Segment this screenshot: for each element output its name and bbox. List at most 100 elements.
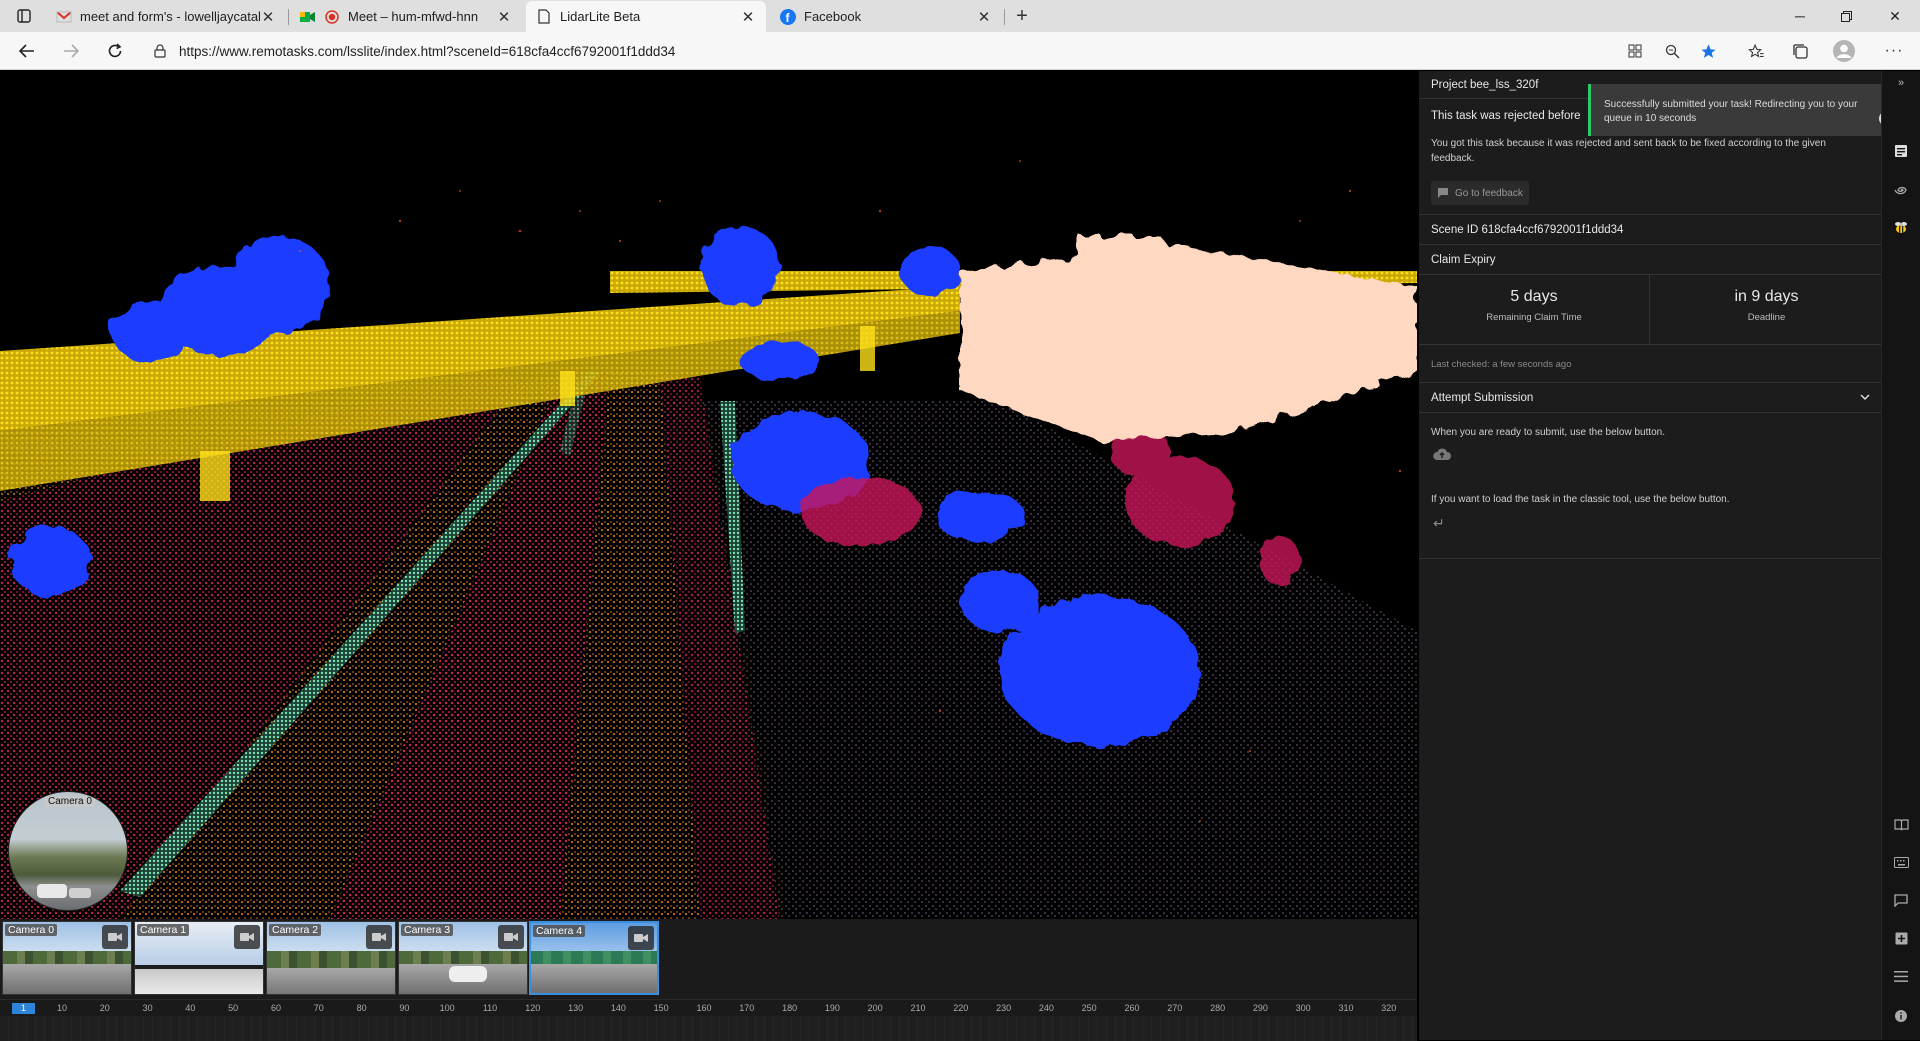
spiral-tool-icon[interactable] <box>1889 178 1913 202</box>
facebook-icon: f <box>780 8 796 25</box>
timeline-tick-label: 140 <box>610 1003 626 1013</box>
tab-meet[interactable]: Meet – hum-mfwd-hnn ✕ <box>290 1 522 32</box>
timeline-tick-label: 290 <box>1252 1003 1268 1013</box>
collections-icon[interactable] <box>1785 36 1815 66</box>
camera-thumb-1[interactable]: Camera 1 <box>134 921 264 995</box>
book-guide-icon[interactable] <box>1889 813 1913 837</box>
video-camera-icon[interactable] <box>234 925 260 949</box>
timeline-tick-label: 120 <box>525 1003 541 1013</box>
cloud-upload-icon[interactable] <box>1433 447 1451 464</box>
timeline-tick-label: 90 <box>399 1003 410 1013</box>
favorites-icon[interactable] <box>1741 36 1771 66</box>
frame-timeline[interactable]: 1 10 20 30 40 50 60 70 80 90 100 110 120 130 140 150 16… <box>0 999 1417 1041</box>
preview-vehicle <box>37 884 67 898</box>
timeline-tick-label: 30 <box>142 1003 153 1013</box>
lidar-viewport[interactable]: Camera 0 <box>0 71 1417 919</box>
restore-icon[interactable] <box>1823 0 1869 32</box>
meet-icon <box>300 9 316 25</box>
timeline-track[interactable] <box>0 1016 1417 1041</box>
rejected-desc-row: You got this task because it was rejecte… <box>1419 133 1882 215</box>
close-tab-icon[interactable]: ✕ <box>260 9 276 26</box>
camera-thumb-0[interactable]: Camera 0 <box>2 921 132 995</box>
timeline-tick-label: 130 <box>568 1003 584 1013</box>
gmail-icon <box>56 9 72 25</box>
tab-facebook[interactable]: f Facebook ✕ <box>770 1 1002 32</box>
deadline-label: Deadline <box>1747 312 1786 323</box>
reload-icon[interactable] <box>100 36 130 66</box>
close-window-icon[interactable]: ✕ <box>1872 0 1918 32</box>
close-tab-icon[interactable]: ✕ <box>740 9 756 26</box>
collapse-panel-icon[interactable]: » <box>1889 71 1913 95</box>
return-enter-icon[interactable]: ↵ <box>1433 515 1445 532</box>
timeline-tick-label: 250 <box>1081 1003 1097 1013</box>
minimize-icon[interactable]: ─ <box>1777 0 1823 32</box>
camera-label: Camera 4 <box>533 925 586 937</box>
camera-thumb-2[interactable]: Camera 2 <box>266 921 396 995</box>
video-camera-icon[interactable] <box>366 925 392 949</box>
claim-expiry-title: Claim Expiry <box>1431 254 1496 266</box>
tab-lidarlite[interactable]: LidarLite Beta ✕ <box>526 1 766 32</box>
chevron-down-icon[interactable] <box>1860 392 1870 404</box>
app-available-icon[interactable] <box>1620 36 1650 66</box>
more-menu-icon[interactable]: ··· <box>1879 36 1909 66</box>
toast-message: Successfully submitted your task! Redire… <box>1604 99 1858 124</box>
point-cloud-canvas[interactable] <box>0 71 1417 919</box>
keyboard-icon[interactable] <box>1889 850 1913 874</box>
camera-preview-circle[interactable]: Camera 0 <box>8 791 128 911</box>
timeline-tick-label: 100 <box>439 1003 455 1013</box>
timeline-tick-label: 260 <box>1124 1003 1140 1013</box>
tab-divider <box>288 9 289 25</box>
go-to-feedback-button[interactable]: Go to feedback <box>1431 181 1529 205</box>
camera-thumb-4[interactable]: Camera 4 <box>529 921 659 995</box>
zoom-icon[interactable] <box>1657 36 1687 66</box>
feedback-icon <box>1438 188 1448 198</box>
camera-strip: Camera 0 Camera 1 Camera 2 Camera 3 Came… <box>0 919 1417 999</box>
scene-id: Scene ID 618cfa4ccf6792001f1ddd34 <box>1431 224 1624 236</box>
camera-thumb-3[interactable]: Camera 3 <box>398 921 528 995</box>
timeline-tick-label: 150 <box>653 1003 669 1013</box>
tab-divider <box>1004 9 1005 25</box>
list-icon[interactable] <box>1889 964 1913 988</box>
timeline-tick-label: 80 <box>356 1003 367 1013</box>
profile-avatar-icon[interactable] <box>1829 36 1859 66</box>
remaining-claim-value: 5 days <box>1510 288 1558 305</box>
current-frame-marker[interactable]: 1 <box>12 1003 35 1014</box>
camera-label: Camera 2 <box>269 924 322 936</box>
add-box-icon[interactable] <box>1889 926 1913 950</box>
attempt-submission-header[interactable]: Attempt Submission <box>1419 383 1882 413</box>
info-icon[interactable] <box>1889 1004 1913 1028</box>
tab-title: Meet – hum-mfwd-hnn <box>348 9 479 24</box>
back-icon[interactable] <box>12 36 42 66</box>
timeline-tick-label: 220 <box>953 1003 969 1013</box>
forward-icon[interactable] <box>56 36 86 66</box>
deadline-value: in 9 days <box>1734 288 1799 305</box>
task-details-icon[interactable] <box>1889 139 1913 163</box>
url-field[interactable]: https://www.remotasks.com/lsslite/index.… <box>145 36 1710 66</box>
thumb-vehicle <box>449 966 487 982</box>
lock-icon[interactable] <box>145 44 175 58</box>
video-camera-icon[interactable] <box>498 925 524 949</box>
timeline-tick-label: 180 <box>782 1003 798 1013</box>
timeline-tick-label: 200 <box>867 1003 883 1013</box>
success-toast: Successfully submitted your task! Redire… <box>1588 84 1904 136</box>
tab-bar: meet and form's - lowelljaycatalan ✕ Mee… <box>0 0 1920 32</box>
video-camera-icon[interactable] <box>102 925 128 949</box>
rejected-description: You got this task because it was rejecte… <box>1431 138 1826 164</box>
tab-actions-icon[interactable] <box>8 4 40 28</box>
timeline-tick-label: 300 <box>1295 1003 1311 1013</box>
submit-description: When you are ready to submit, use the be… <box>1431 427 1666 438</box>
scene-id-row: Scene ID 618cfa4ccf6792001f1ddd34 <box>1419 215 1882 245</box>
attempt-submission-body: When you are ready to submit, use the be… <box>1419 413 1882 559</box>
chat-icon[interactable] <box>1889 888 1913 912</box>
video-camera-icon[interactable] <box>628 926 654 950</box>
rejected-title: This task was rejected before <box>1431 110 1581 122</box>
go-to-feedback-label: Go to feedback <box>1455 187 1523 199</box>
close-tab-icon[interactable]: ✕ <box>496 9 512 26</box>
tab-gmail[interactable]: meet and form's - lowelljaycatalan ✕ <box>46 1 286 32</box>
bee-icon[interactable] <box>1889 216 1913 240</box>
new-tab-icon[interactable]: + <box>1006 4 1038 28</box>
timeline-tick-label: 60 <box>270 1003 282 1013</box>
favorite-star-icon[interactable] <box>1693 36 1723 66</box>
close-tab-icon[interactable]: ✕ <box>976 9 992 26</box>
camera-label: Camera 3 <box>401 924 454 936</box>
